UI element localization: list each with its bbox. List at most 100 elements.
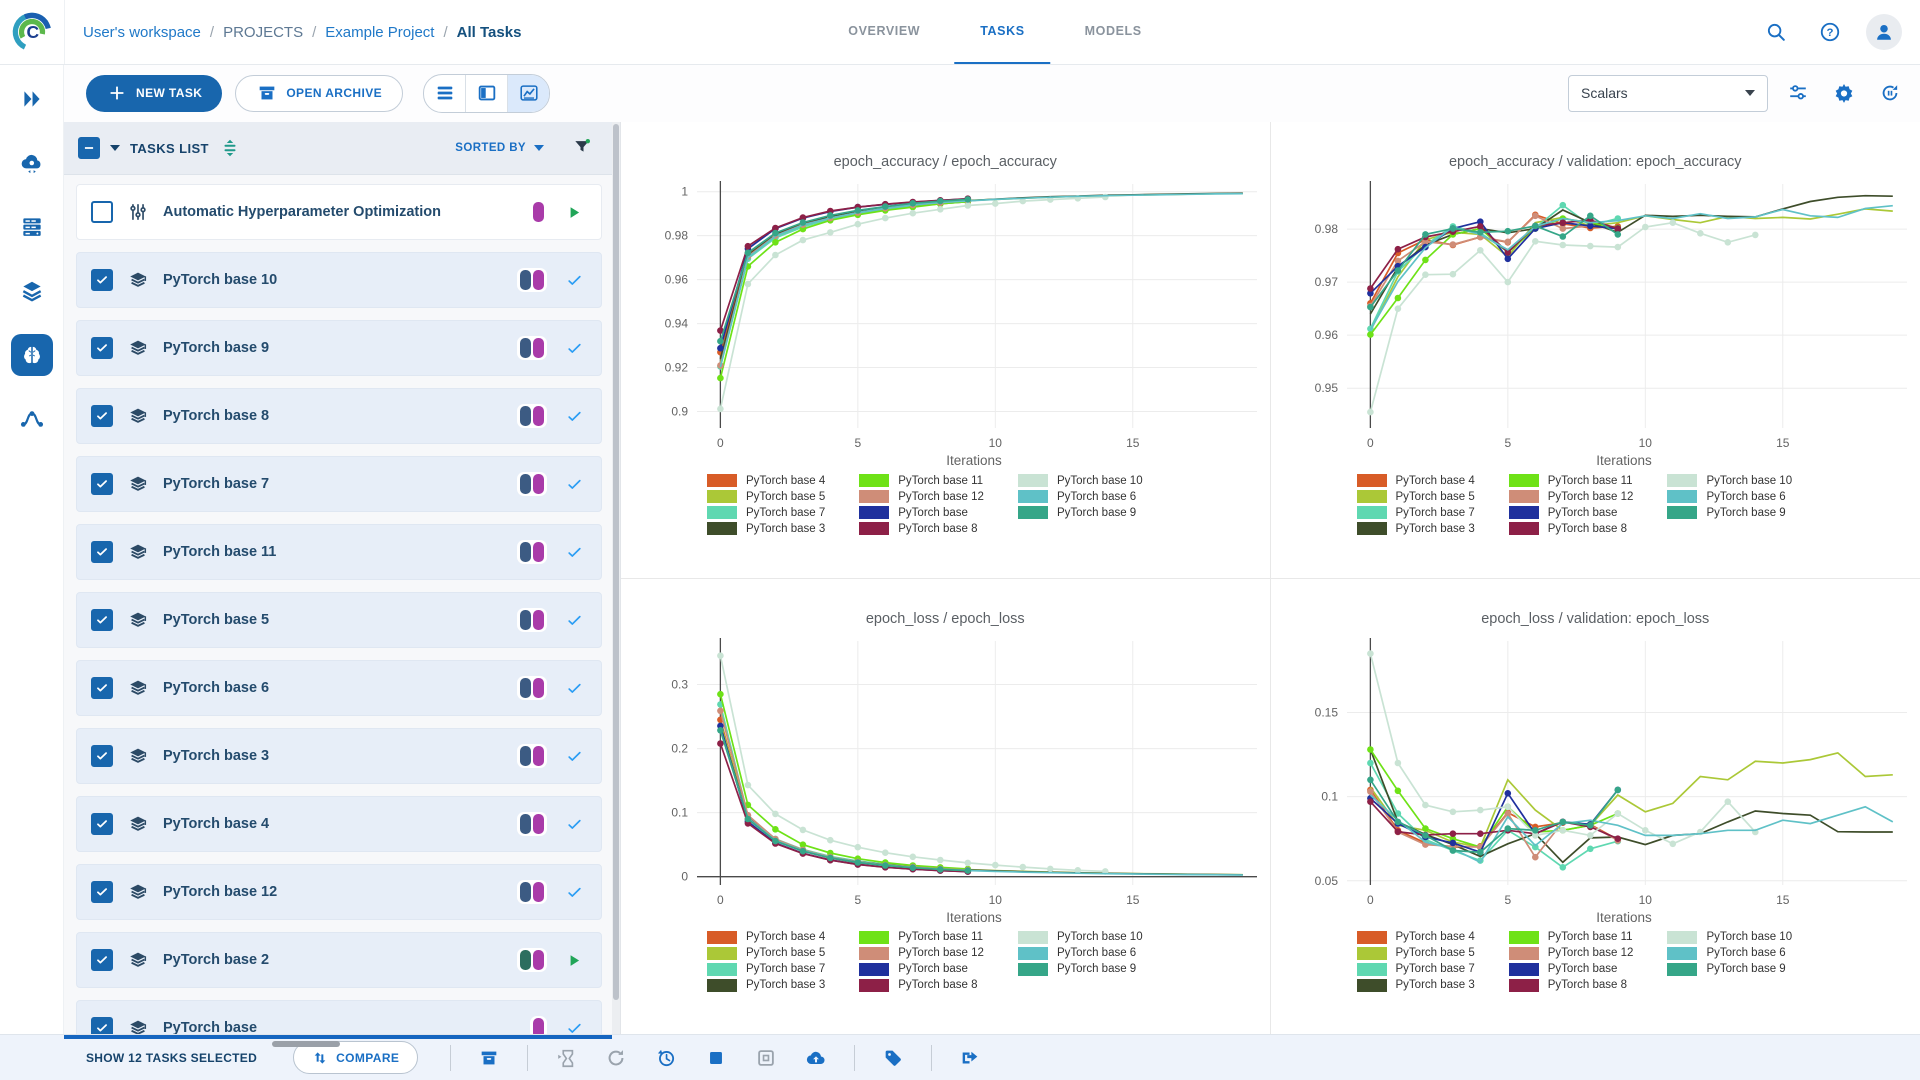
sidebar-item-pipelines[interactable]: [11, 398, 53, 440]
task-row[interactable]: PyTorch base 8: [76, 388, 602, 444]
task-checkbox[interactable]: [91, 337, 113, 359]
legend-item[interactable]: PyTorch base 9: [1017, 962, 1143, 976]
legend-item[interactable]: PyTorch base 9: [1017, 506, 1143, 519]
abort-button[interactable]: [696, 1041, 736, 1075]
legend-item[interactable]: PyTorch base: [859, 962, 984, 976]
legend-item[interactable]: PyTorch base 7: [1356, 506, 1475, 519]
legend-item[interactable]: PyTorch base 5: [707, 946, 825, 960]
settings-button[interactable]: [1828, 77, 1860, 109]
sidebar-item-expand[interactable]: [11, 78, 53, 120]
sidebar-item-orchestration[interactable]: [11, 206, 53, 248]
legend-item[interactable]: PyTorch base 6: [1667, 946, 1792, 960]
task-row[interactable]: PyTorch base 5: [76, 592, 602, 648]
reset-button[interactable]: [646, 1041, 686, 1075]
legend-item[interactable]: PyTorch base 4: [707, 474, 825, 487]
legend-item[interactable]: PyTorch base: [1508, 962, 1634, 976]
task-row[interactable]: PyTorch base 9: [76, 320, 602, 376]
legend-item[interactable]: PyTorch base 4: [1356, 930, 1475, 944]
legend-item[interactable]: PyTorch base 7: [707, 506, 825, 519]
legend-item[interactable]: PyTorch base 8: [1508, 978, 1634, 992]
breadcrumb-item[interactable]: PROJECTS: [223, 24, 303, 41]
legend-item[interactable]: PyTorch base 12: [1508, 946, 1633, 960]
task-row[interactable]: PyTorch base 4: [76, 796, 602, 852]
search-button[interactable]: [1758, 14, 1794, 50]
legend-item[interactable]: PyTorch base 9: [1667, 506, 1792, 519]
legend-item[interactable]: PyTorch base: [859, 506, 984, 519]
legend-item[interactable]: PyTorch base 7: [1356, 962, 1475, 976]
help-button[interactable]: ?: [1812, 14, 1848, 50]
legend-item[interactable]: PyTorch base 11: [859, 930, 984, 944]
legend-item[interactable]: PyTorch base 9: [1667, 962, 1792, 976]
view-toggle-split[interactable]: [465, 74, 507, 112]
legend-item[interactable]: PyTorch base 7: [707, 962, 825, 976]
task-row[interactable]: PyTorch base 6: [76, 660, 602, 716]
legend-item[interactable]: PyTorch base 8: [1508, 522, 1634, 535]
tasks-scrollbar[interactable]: [612, 122, 620, 1035]
task-row[interactable]: PyTorch base 10: [76, 252, 602, 308]
chart-plot-area[interactable]: 0.3 0.2 0.1 0 0 5 10 15 Iterations: [631, 631, 1259, 929]
task-checkbox[interactable]: [91, 677, 113, 699]
task-checkbox[interactable]: [91, 269, 113, 291]
tune-button[interactable]: [1782, 77, 1814, 109]
task-row[interactable]: PyTorch base 3: [76, 728, 602, 784]
legend-item[interactable]: PyTorch base 4: [707, 930, 825, 944]
legend-item[interactable]: PyTorch base 11: [859, 474, 984, 487]
profile-button[interactable]: [1866, 14, 1902, 50]
legend-item[interactable]: PyTorch base 11: [1508, 474, 1634, 487]
legend-item[interactable]: PyTorch base 10: [1667, 930, 1792, 944]
view-toggle-table[interactable]: [424, 75, 465, 112]
legend-item[interactable]: PyTorch base 4: [1356, 474, 1475, 487]
chart-plot-area[interactable]: 0.98 0.97 0.96 0.95 0 5 10 15 Iterations: [1281, 174, 1909, 472]
task-row[interactable]: PyTorch base 7: [76, 456, 602, 512]
tab-tasks[interactable]: TASKS: [954, 0, 1051, 64]
legend-item[interactable]: PyTorch base 5: [1356, 946, 1475, 960]
task-checkbox[interactable]: [91, 949, 113, 971]
breadcrumb-item[interactable]: User's workspace: [83, 24, 201, 41]
sidebar-item-applications[interactable]: [11, 142, 53, 184]
sidebar-item-datasets[interactable]: [11, 270, 53, 312]
tab-models[interactable]: MODELS: [1059, 0, 1168, 64]
legend-item[interactable]: PyTorch base 5: [707, 490, 825, 503]
legend-item[interactable]: PyTorch base: [1508, 506, 1634, 519]
legend-item[interactable]: PyTorch base 3: [1356, 522, 1475, 535]
task-row[interactable]: PyTorch base 2: [76, 932, 602, 988]
open-archive-button[interactable]: OPEN ARCHIVE: [235, 74, 404, 112]
legend-item[interactable]: PyTorch base 10: [1017, 474, 1143, 487]
task-checkbox[interactable]: [91, 609, 113, 631]
tasks-horizontal-scrollbar[interactable]: [272, 1041, 340, 1047]
task-checkbox[interactable]: [91, 745, 113, 767]
upload-button[interactable]: [796, 1041, 836, 1075]
clearml-logo[interactable]: C: [0, 0, 65, 64]
task-row[interactable]: PyTorch base: [76, 1000, 602, 1035]
legend-item[interactable]: PyTorch base 12: [1508, 490, 1633, 503]
sorted-by-button[interactable]: SORTED BY: [455, 142, 544, 154]
chart-plot-area[interactable]: 0.15 0.1 0.05 0 5 10 15 Iterations: [1281, 631, 1909, 929]
task-row[interactable]: Automatic Hyperparameter Optimization: [76, 184, 602, 240]
expand-collapse-icon[interactable]: [219, 137, 241, 159]
sidebar-item-projects[interactable]: [10, 334, 53, 376]
legend-item[interactable]: PyTorch base 6: [1017, 946, 1143, 960]
legend-item[interactable]: PyTorch base 12: [859, 946, 984, 960]
chart-plot-area[interactable]: 1 0.98 0.96 0.94 0.92 0.9 0 5 10 15 Iterations: [631, 174, 1259, 472]
legend-item[interactable]: PyTorch base 6: [1667, 490, 1792, 503]
task-row[interactable]: PyTorch base 12: [76, 864, 602, 920]
task-checkbox[interactable]: [91, 201, 113, 223]
filter-button[interactable]: [572, 137, 592, 160]
legend-item[interactable]: PyTorch base 3: [1356, 978, 1475, 992]
metric-selector[interactable]: Scalars: [1568, 74, 1768, 112]
legend-item[interactable]: PyTorch base 12: [859, 490, 984, 503]
legend-item[interactable]: PyTorch base 10: [1667, 474, 1792, 487]
task-checkbox[interactable]: [91, 541, 113, 563]
view-toggle-chart[interactable]: [507, 74, 550, 112]
task-checkbox[interactable]: [91, 1017, 113, 1035]
tags-button[interactable]: [873, 1041, 913, 1075]
move-to-project-button[interactable]: [950, 1041, 990, 1075]
select-dropdown-caret[interactable]: [110, 145, 120, 151]
legend-item[interactable]: PyTorch base 5: [1356, 490, 1475, 503]
legend-item[interactable]: PyTorch base 11: [1508, 930, 1634, 944]
legend-item[interactable]: PyTorch base 3: [707, 522, 825, 535]
legend-item[interactable]: PyTorch base 6: [1017, 490, 1143, 503]
task-checkbox[interactable]: [91, 473, 113, 495]
task-checkbox[interactable]: [91, 405, 113, 427]
new-task-button[interactable]: NEW TASK: [86, 74, 223, 112]
